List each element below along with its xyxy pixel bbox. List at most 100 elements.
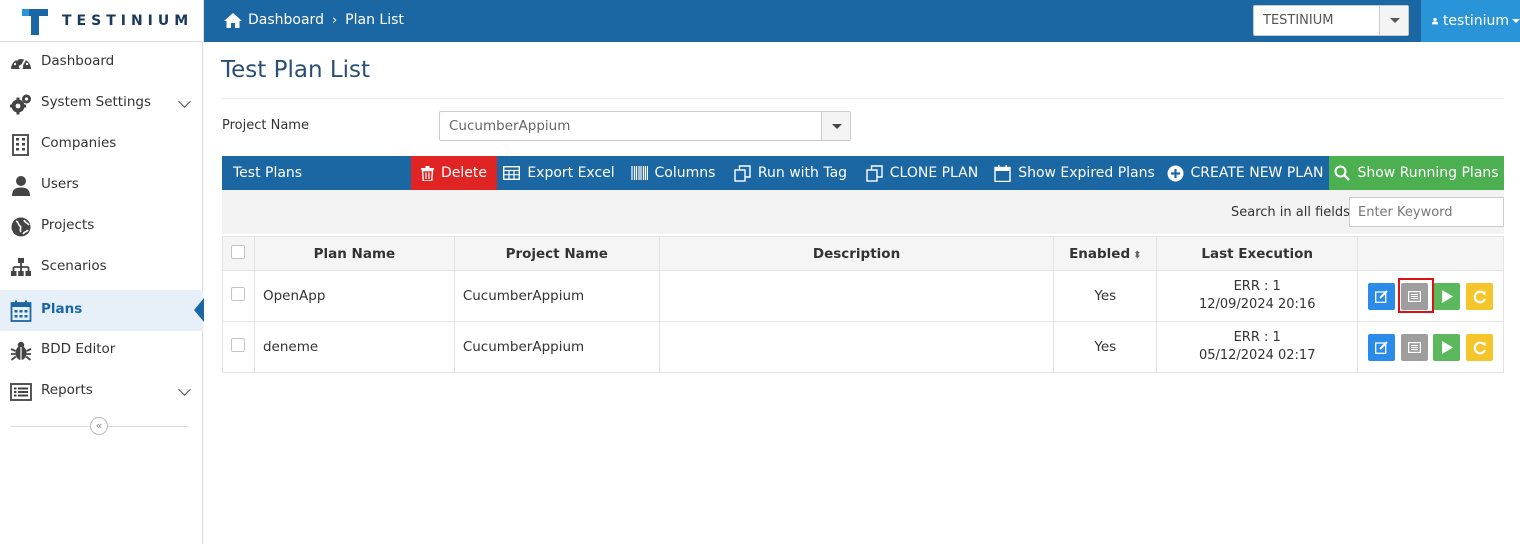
- user-menu[interactable]: testinium: [1421, 0, 1520, 42]
- log-details-button[interactable]: [1401, 334, 1429, 361]
- plans-table: Plan Name Project Name Description Enabl…: [222, 236, 1504, 373]
- show-expired-plans-button[interactable]: Show Expired Plans: [988, 156, 1161, 190]
- plan-name-cell[interactable]: deneme: [253, 321, 455, 373]
- sidebar-item-scenarios[interactable]: Scenarios: [0, 247, 203, 288]
- user-icon: [1432, 17, 1438, 25]
- clone-icon: [866, 164, 883, 182]
- chevron-down-icon[interactable]: [178, 383, 191, 396]
- user-icon: [12, 176, 30, 196]
- refresh-button[interactable]: [1466, 283, 1494, 310]
- edit-icon: [1375, 341, 1388, 354]
- run-button[interactable]: [1433, 334, 1461, 361]
- edit-icon: [1375, 290, 1388, 303]
- sidebar-item-companies[interactable]: Companies: [0, 124, 203, 165]
- breadcrumb: Dashboard › Plan List: [224, 12, 404, 28]
- chevron-down-icon[interactable]: [821, 112, 850, 140]
- edit-button[interactable]: [1368, 283, 1396, 310]
- search-icon: [1334, 165, 1351, 181]
- table-row: deneme CucumberAppium Yes ERR : 1 05/12/…: [222, 321, 1504, 373]
- caret-down-icon: [1512, 19, 1520, 27]
- column-header-enabled[interactable]: Enabled ⬍: [1053, 236, 1158, 271]
- chevron-down-icon[interactable]: [178, 95, 191, 108]
- header-project-select[interactable]: TESTINIUM: [1253, 5, 1409, 36]
- project-name-value: CucumberAppium: [449, 118, 571, 134]
- columns-label: Columns: [654, 165, 716, 181]
- search-bar: Search in all fields:: [222, 190, 1504, 234]
- play-icon: [1441, 341, 1453, 354]
- export-excel-button[interactable]: Export Excel: [497, 156, 621, 190]
- delete-button-label: Delete: [441, 165, 487, 181]
- show-running-plans-button[interactable]: Show Running Plans: [1329, 156, 1504, 190]
- dashboard-icon: [11, 56, 31, 70]
- execution-date: 12/09/2024 20:16: [1198, 297, 1316, 312]
- run-with-tag-button[interactable]: Run with Tag: [725, 156, 856, 190]
- home-icon[interactable]: [224, 12, 242, 28]
- sidebar-item-dashboard[interactable]: Dashboard: [0, 42, 203, 83]
- columns-button[interactable]: Columns: [621, 156, 725, 190]
- project-name-cell: CucumberAppium: [453, 270, 660, 322]
- sidebar-item-bdd-editor[interactable]: BDD Editor: [0, 330, 203, 371]
- delete-button[interactable]: Delete: [411, 156, 497, 190]
- select-all-checkbox[interactable]: [231, 244, 246, 259]
- chevron-down-icon[interactable]: [1379, 6, 1408, 35]
- column-header-project-name[interactable]: Project Name: [453, 236, 660, 271]
- sidebar-collapse-button[interactable]: «: [90, 417, 108, 435]
- edit-button[interactable]: [1368, 334, 1396, 361]
- export-excel-label: Export Excel: [527, 165, 615, 181]
- sidebar-item-users[interactable]: Users: [0, 165, 203, 206]
- row-select-cell: [222, 321, 255, 373]
- show-expired-plans-label: Show Expired Plans: [1018, 165, 1155, 181]
- sidebar-item-label: Companies: [41, 135, 117, 151]
- description-cell: [658, 321, 1055, 373]
- enabled-header-label: Enabled: [1069, 245, 1131, 262]
- highlight-box: [1398, 278, 1435, 313]
- calendar-icon: [994, 164, 1011, 182]
- sidebar-item-projects[interactable]: Projects: [0, 206, 203, 247]
- sidebar-item-system-settings[interactable]: System Settings: [0, 83, 203, 124]
- last-execution-cell[interactable]: ERR : 1 12/09/2024 20:16: [1156, 270, 1359, 322]
- header-project-value: TESTINIUM: [1263, 13, 1334, 28]
- run-button[interactable]: [1433, 283, 1461, 310]
- enabled-cell: Yes: [1053, 321, 1158, 373]
- sidebar-item-label: Dashboard: [41, 53, 115, 69]
- row-checkbox[interactable]: [231, 338, 246, 352]
- sort-icon[interactable]: ⬍: [1133, 250, 1141, 261]
- breadcrumb-current: Plan List: [345, 12, 404, 28]
- create-new-plan-button[interactable]: CREATE NEW PLAN: [1161, 156, 1329, 190]
- globe-icon: [11, 217, 31, 237]
- logo[interactable]: TESTINIUM: [0, 0, 204, 42]
- logo-icon: [22, 9, 48, 35]
- column-header-actions: [1357, 236, 1504, 271]
- sidebar-item-label: Reports: [41, 382, 93, 398]
- sidebar-item-label: Scenarios: [41, 258, 107, 274]
- refresh-icon: [1473, 290, 1486, 303]
- sidebar-item-reports[interactable]: Reports: [0, 371, 203, 412]
- column-header-description[interactable]: Description: [658, 236, 1055, 271]
- project-name-label: Project Name: [222, 118, 309, 133]
- page-title: Test Plan List: [221, 57, 371, 83]
- search-input[interactable]: [1349, 197, 1504, 227]
- search-label: Search in all fields:: [1231, 205, 1355, 220]
- last-execution-cell[interactable]: ERR : 1 05/12/2024 02:17: [1156, 321, 1359, 373]
- breadcrumb-dashboard[interactable]: Dashboard: [248, 12, 324, 28]
- execution-status: ERR : 1: [1233, 330, 1281, 345]
- list-icon: [10, 383, 32, 401]
- row-select-cell: [222, 270, 255, 322]
- column-header-last-execution[interactable]: Last Execution: [1156, 236, 1359, 271]
- sidebar-item-label: Projects: [41, 217, 95, 233]
- refresh-button[interactable]: [1466, 334, 1494, 361]
- gears-icon: [10, 94, 31, 115]
- column-header-plan-name[interactable]: Plan Name: [253, 236, 455, 271]
- show-running-plans-label: Show Running Plans: [1357, 165, 1499, 181]
- sidebar-item-label: System Settings: [41, 94, 152, 110]
- table-header-row: Plan Name Project Name Description Enabl…: [222, 236, 1504, 271]
- row-checkbox[interactable]: [231, 287, 246, 301]
- sidebar-item-label: Users: [41, 176, 79, 192]
- list-alt-icon: [1408, 342, 1422, 353]
- plan-name-cell[interactable]: OpenApp: [253, 270, 455, 322]
- table-row: OpenApp CucumberAppium Yes ERR : 1 12/09…: [222, 270, 1504, 322]
- sidebar-item-plans[interactable]: Plans: [0, 290, 204, 331]
- clone-plan-button[interactable]: CLONE PLAN: [856, 156, 988, 190]
- project-name-select[interactable]: CucumberAppium: [439, 111, 851, 141]
- sitemap-icon: [11, 258, 31, 276]
